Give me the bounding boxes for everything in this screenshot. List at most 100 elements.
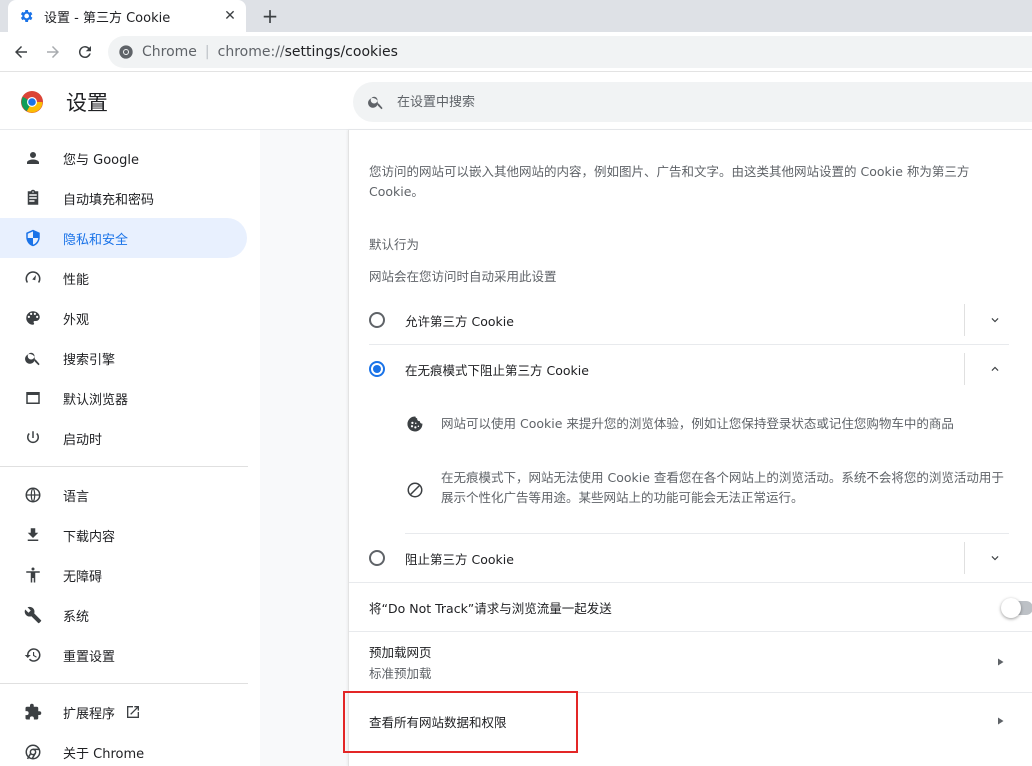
sidebar-item-label: 性能 — [63, 272, 90, 288]
sidebar-item-autofill[interactable]: 自动填充和密码 — [0, 178, 247, 218]
third-party-cookies-card: 您访问的网站可以嵌入其他网站的内容，例如图片、广告和文字。由这类其他网站设置的 … — [348, 130, 1032, 766]
sidebar-item-label: 下载内容 — [63, 529, 116, 545]
history-icon — [22, 644, 44, 666]
reload-icon — [78, 46, 91, 59]
chrome-icon — [22, 741, 44, 763]
sidebar-item-search-engine[interactable]: 搜索引擎 — [0, 338, 247, 378]
sidebar-item-languages[interactable]: 语言 — [0, 475, 247, 515]
sidebar: 您与 Google 自动填充和密码 隐私和安全 性能 外观 搜索引擎 默认浏览器… — [0, 130, 260, 766]
chrome-logo-icon — [21, 91, 43, 113]
omnibox-chrome-label: Chrome — [142, 44, 197, 60]
sidebar-item-label: 外观 — [63, 312, 90, 328]
default-behavior-heading: 默认行为 — [369, 237, 420, 252]
sidebar-item-accessibility[interactable]: 无障碍 — [0, 555, 247, 595]
radio-button[interactable] — [369, 550, 385, 566]
do-not-track-toggle[interactable] — [1001, 598, 1032, 618]
arrow-left-icon — [15, 46, 27, 58]
back-button[interactable] — [9, 40, 33, 64]
sidebar-item-label: 隐私和安全 — [63, 232, 129, 248]
settings-header: 设置 — [0, 72, 1032, 130]
sidebar-item-label: 无障碍 — [63, 569, 103, 585]
tab-title: 设置 - 第三方 Cookie — [44, 10, 171, 26]
sidebar-item-label: 扩展程序 — [63, 706, 116, 722]
toolbar: Chrome | chrome:// settings/cookies — [0, 32, 1032, 72]
preload-text-group: 预加载网页 标准预加载 — [369, 642, 432, 682]
sidebar-item-label: 启动时 — [63, 432, 103, 448]
browser-icon — [22, 387, 44, 409]
sidebar-item-on-startup[interactable]: 启动时 — [0, 418, 247, 458]
block-icon — [405, 480, 425, 500]
download-icon — [22, 524, 44, 546]
chevron-right-icon[interactable] — [993, 714, 1007, 728]
chevron-up-icon[interactable] — [987, 361, 1003, 377]
option-label: 在无痕模式下阻止第三方 Cookie — [405, 362, 589, 378]
sidebar-item-reset[interactable]: 重置设置 — [0, 635, 247, 675]
detail-cookie: 网站可以使用 Cookie 来提升您的浏览体验，例如让您保持登录状态或记住您购物… — [405, 414, 1015, 434]
toggle-knob — [1001, 598, 1021, 618]
chevron-down-icon[interactable] — [987, 312, 1003, 328]
option-block-incognito[interactable]: 在无痕模式下阻止第三方 Cookie — [369, 345, 1009, 393]
close-icon[interactable]: ✕ — [222, 8, 238, 24]
sidebar-item-label: 系统 — [63, 609, 90, 625]
sidebar-item-performance[interactable]: 性能 — [0, 258, 247, 298]
arrow-right-icon — [47, 46, 59, 58]
sidebar-item-you-and-google[interactable]: 您与 Google — [0, 138, 247, 178]
sidebar-item-privacy[interactable]: 隐私和安全 — [0, 218, 247, 258]
preload-pages-row[interactable]: 预加载网页 标准预加载 — [349, 632, 1032, 692]
sidebar-item-label: 您与 Google — [63, 152, 139, 168]
option-block-third-party[interactable]: 阻止第三方 Cookie — [369, 534, 1009, 582]
sidebar-item-downloads[interactable]: 下载内容 — [0, 515, 247, 555]
radio-button-selected[interactable] — [369, 361, 385, 377]
sidebar-item-extensions[interactable]: 扩展程序 — [0, 692, 247, 732]
power-icon — [22, 427, 44, 449]
omnibox-path: settings/cookies — [284, 44, 398, 60]
sidebar-item-label: 自动填充和密码 — [63, 192, 155, 208]
sidebar-item-about-chrome[interactable]: 关于 Chrome — [0, 732, 247, 766]
preload-subtitle: 标准预加载 — [369, 666, 432, 681]
forward-button[interactable] — [41, 40, 65, 64]
wrench-icon — [22, 604, 44, 626]
sidebar-item-system[interactable]: 系统 — [0, 595, 247, 635]
cookies-description: 您访问的网站可以嵌入其他网站的内容，例如图片、广告和文字。由这类其他网站设置的 … — [369, 164, 970, 199]
puzzle-icon — [22, 701, 44, 723]
person-icon — [22, 147, 44, 169]
option-allow-third-party[interactable]: 允许第三方 Cookie — [369, 296, 1009, 344]
new-tab-button[interactable]: + — [258, 4, 282, 28]
sidebar-item-label: 重置设置 — [63, 649, 116, 665]
sidebar-item-label: 语言 — [63, 489, 90, 505]
gear-icon — [18, 8, 34, 24]
chevron-down-icon[interactable] — [987, 550, 1003, 566]
chrome-icon — [119, 45, 133, 59]
sidebar-divider — [0, 466, 248, 467]
sidebar-divider — [0, 683, 248, 684]
clipboard-icon — [22, 187, 44, 209]
detail-block: 在无痕模式下，网站无法使用 Cookie 查看您在各个网站上的浏览活动。系统不会… — [405, 468, 1015, 508]
tab-settings[interactable]: 设置 - 第三方 Cookie ✕ — [8, 0, 246, 32]
accessibility-icon — [22, 564, 44, 586]
palette-icon — [22, 307, 44, 329]
radio-button[interactable] — [369, 312, 385, 328]
open-in-new-icon — [125, 704, 141, 720]
do-not-track-row[interactable]: 将“Do Not Track”请求与浏览流量一起发送 — [349, 583, 1032, 631]
reload-button[interactable] — [73, 40, 97, 64]
search-icon — [22, 347, 44, 369]
settings-search[interactable] — [353, 82, 1032, 122]
chevron-right-icon[interactable] — [993, 655, 1007, 669]
omnibox-separator: | — [204, 44, 210, 60]
do-not-track-label: 将“Do Not Track”请求与浏览流量一起发送 — [369, 600, 612, 616]
address-bar[interactable]: Chrome | chrome:// settings/cookies — [108, 36, 1032, 68]
sidebar-item-appearance[interactable]: 外观 — [0, 298, 247, 338]
sidebar-item-label: 默认浏览器 — [63, 392, 129, 408]
option-label: 允许第三方 Cookie — [405, 313, 514, 329]
search-input[interactable] — [397, 94, 897, 110]
sidebar-item-label: 关于 Chrome — [63, 746, 145, 762]
preload-title: 预加载网页 — [369, 645, 432, 660]
shield-icon — [22, 227, 44, 249]
row-separator — [964, 304, 965, 336]
detail-text: 在无痕模式下，网站无法使用 Cookie 查看您在各个网站上的浏览活动。系统不会… — [441, 470, 1004, 505]
highlight-annotation-box — [343, 691, 578, 753]
cookie-icon — [405, 414, 425, 434]
row-separator — [964, 353, 965, 385]
omnibox-scheme: chrome:// — [217, 44, 285, 60]
sidebar-item-default-browser[interactable]: 默认浏览器 — [0, 378, 247, 418]
